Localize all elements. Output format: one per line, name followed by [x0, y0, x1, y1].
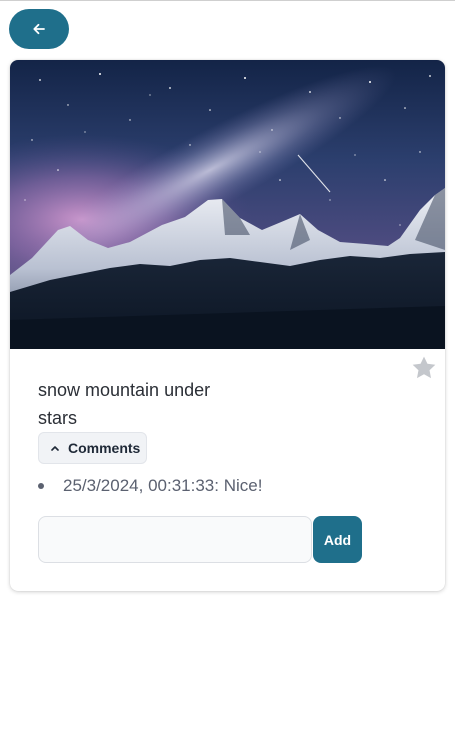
top-divider: [0, 0, 455, 1]
post-title: snow mountain under stars: [38, 380, 211, 428]
arrow-left-icon: [33, 23, 45, 35]
comments-toggle-button[interactable]: Comments: [38, 432, 147, 464]
back-button[interactable]: [9, 9, 69, 49]
post-card: snow mountain under stars Comments 25/3/…: [10, 60, 445, 591]
favorite-star-icon[interactable]: [410, 354, 438, 382]
bullet-icon: [38, 483, 44, 489]
chevron-up-icon: [51, 445, 59, 451]
comments-toggle-label: Comments: [68, 440, 141, 456]
add-comment-button[interactable]: Add: [313, 516, 362, 563]
comment-list-item: 25/3/2024, 00:31:33: Nice!: [38, 476, 262, 496]
new-comment-input[interactable]: [38, 516, 312, 563]
comment-text: 25/3/2024, 00:31:33: Nice!: [63, 476, 263, 495]
post-image[interactable]: [10, 60, 445, 349]
